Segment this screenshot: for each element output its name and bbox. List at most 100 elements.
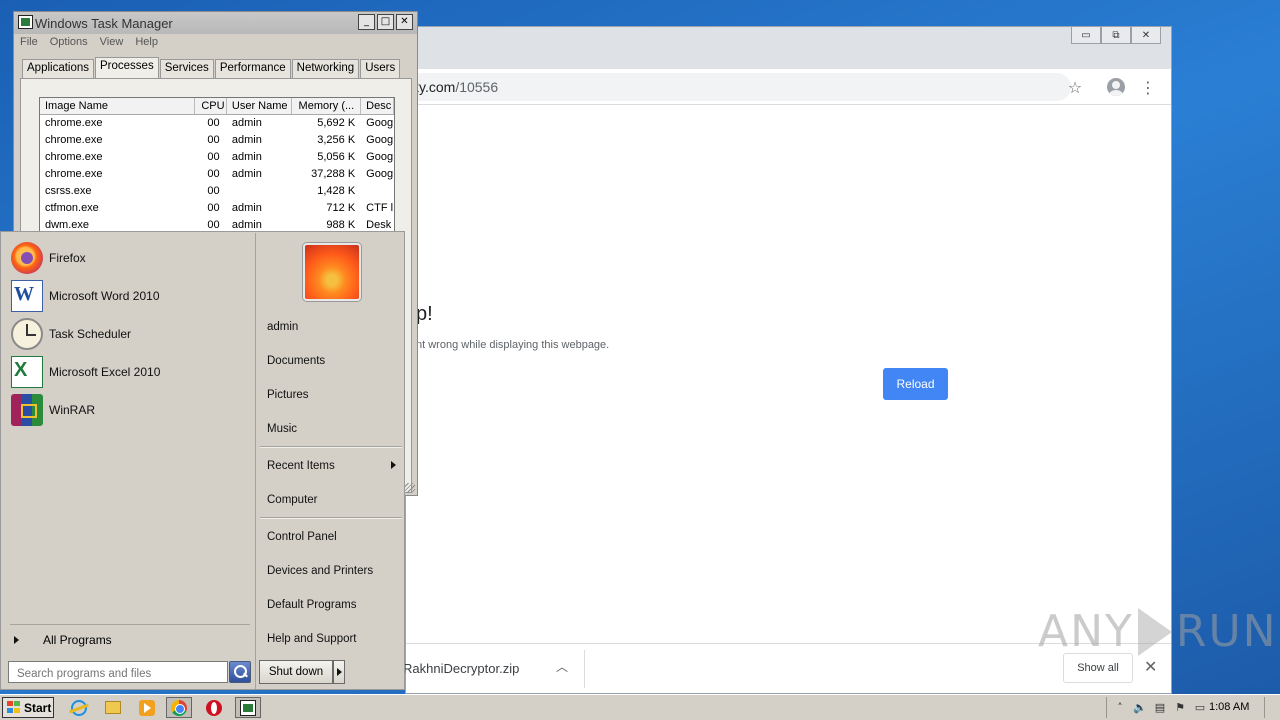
power-icon[interactable]: ▭ bbox=[1193, 701, 1207, 715]
cell-name: ctfmon.exe bbox=[45, 202, 99, 214]
shut-down-options-icon[interactable] bbox=[333, 660, 345, 684]
show-all-button[interactable]: Show all bbox=[1063, 653, 1133, 683]
menu-item-control-panel[interactable]: Control Panel bbox=[267, 531, 337, 543]
close-icon[interactable]: ✕ bbox=[1131, 27, 1161, 44]
column-user-name[interactable]: User Name bbox=[227, 98, 292, 114]
menu-item-user[interactable]: admin bbox=[267, 321, 298, 333]
menu-options[interactable]: Options bbox=[50, 36, 88, 48]
menu-help[interactable]: Help bbox=[135, 36, 158, 48]
cell-user: admin bbox=[231, 134, 262, 146]
menu-item-pictures[interactable]: Pictures bbox=[267, 389, 309, 401]
tab-users[interactable]: Users bbox=[360, 59, 401, 78]
menu-item-recent-items[interactable]: Recent Items bbox=[267, 460, 396, 472]
menu-item-default-programs[interactable]: Default Programs bbox=[267, 599, 356, 611]
start-menu-places: admin Documents Pictures Music Recent It… bbox=[255, 233, 403, 689]
column-description[interactable]: Desc bbox=[361, 98, 394, 114]
watermark-left: ANY bbox=[1038, 606, 1134, 657]
windows-logo-icon bbox=[7, 701, 21, 714]
cell-cpu: 00 bbox=[207, 168, 220, 180]
tab-performance[interactable]: Performance bbox=[214, 59, 291, 78]
task-manager-icon bbox=[240, 699, 256, 716]
all-programs-button[interactable]: All Programs bbox=[11, 633, 112, 647]
program-task-scheduler[interactable]: Task Scheduler bbox=[11, 317, 131, 351]
cell-user: admin bbox=[231, 117, 262, 129]
start-button[interactable]: Start bbox=[2, 697, 54, 718]
volume-icon[interactable]: 🔈 bbox=[1133, 701, 1147, 715]
chrome-menu-icon[interactable]: ⋮ bbox=[1137, 76, 1159, 98]
minimize-icon[interactable]: _ bbox=[358, 14, 375, 30]
close-shelf-icon[interactable]: ✕ bbox=[1144, 657, 1157, 676]
system-tray: ˄ 🔈 ▤ ⚑ ▭ bbox=[1106, 697, 1278, 718]
maximize-icon[interactable]: □ bbox=[377, 14, 394, 30]
search-icon[interactable] bbox=[229, 661, 251, 683]
taskbar-media-player[interactable] bbox=[134, 697, 160, 718]
reload-button[interactable]: Reload bbox=[883, 368, 948, 400]
window-title: Windows Task Manager bbox=[35, 16, 173, 31]
cell-user: admin bbox=[231, 168, 262, 180]
menu-bar: File Options View Help bbox=[20, 36, 158, 48]
clock[interactable]: 1:08 AM bbox=[1209, 701, 1249, 713]
tab-services[interactable]: Services bbox=[159, 59, 214, 78]
close-icon[interactable]: ✕ bbox=[396, 14, 413, 30]
tab-strip: Applications Processes Services Performa… bbox=[22, 57, 401, 78]
search-input[interactable] bbox=[8, 661, 228, 683]
firefox-icon bbox=[11, 242, 43, 274]
menu-item-documents[interactable]: Documents bbox=[267, 355, 325, 367]
menu-item-computer[interactable]: Computer bbox=[267, 494, 318, 506]
resize-grip-icon[interactable] bbox=[405, 483, 415, 493]
user-picture[interactable] bbox=[303, 243, 361, 301]
program-winrar[interactable]: WinRAR bbox=[11, 393, 95, 427]
program-word[interactable]: Microsoft Word 2010 bbox=[11, 279, 160, 313]
table-row[interactable]: chrome.exe 00 admin 5,692 K Goog bbox=[40, 115, 394, 132]
table-row[interactable]: chrome.exe 00 admin 5,056 K Goog bbox=[40, 149, 394, 166]
show-hidden-icons-icon[interactable]: ˄ bbox=[1113, 701, 1127, 715]
anyrun-watermark: ANY RUN bbox=[1038, 606, 1278, 657]
program-excel[interactable]: Microsoft Excel 2010 bbox=[11, 355, 160, 389]
column-cpu[interactable]: CPU bbox=[195, 98, 227, 114]
taskbar-opera[interactable] bbox=[201, 697, 227, 718]
media-player-icon bbox=[139, 699, 155, 716]
table-row[interactable]: csrss.exe 00 1,428 K bbox=[40, 183, 394, 200]
menu-item-devices-printers[interactable]: Devices and Printers bbox=[267, 565, 373, 577]
divider bbox=[10, 624, 250, 625]
task-scheduler-icon bbox=[11, 318, 43, 350]
column-memory[interactable]: Memory (... bbox=[292, 98, 362, 114]
address-bar[interactable]: ky.com/10556 bbox=[406, 73, 1071, 101]
taskbar: Start ˄ 🔈 ▤ ⚑ ▭ 1:08 AM bbox=[0, 694, 1280, 720]
tab-processes[interactable]: Processes bbox=[95, 57, 159, 78]
tab-networking[interactable]: Networking bbox=[291, 59, 360, 78]
taskbar-task-manager[interactable] bbox=[235, 697, 261, 718]
taskbar-internet-explorer[interactable] bbox=[66, 697, 92, 718]
network-icon[interactable]: ▤ bbox=[1153, 701, 1167, 715]
window-controls: _ □ ✕ bbox=[358, 14, 413, 30]
bookmark-star-icon[interactable]: ☆ bbox=[1064, 76, 1086, 98]
taskbar-explorer[interactable] bbox=[100, 697, 126, 718]
action-center-flag-icon[interactable]: ⚑ bbox=[1173, 701, 1187, 715]
program-firefox[interactable]: Firefox bbox=[11, 241, 86, 275]
word-icon bbox=[11, 280, 43, 312]
column-image-name[interactable]: Image Name bbox=[40, 98, 196, 114]
taskbar-chrome[interactable] bbox=[166, 697, 192, 718]
shut-down-button[interactable]: Shut down bbox=[259, 660, 333, 684]
table-row[interactable]: ctfmon.exe 00 admin 712 K CTF l bbox=[40, 200, 394, 217]
chevron-up-icon[interactable]: ︿ bbox=[556, 658, 568, 675]
cell-name: chrome.exe bbox=[45, 117, 103, 129]
menu-item-help-support[interactable]: Help and Support bbox=[267, 633, 357, 645]
explorer-folder-icon bbox=[105, 701, 121, 714]
menu-view[interactable]: View bbox=[100, 36, 124, 48]
show-desktop-button[interactable] bbox=[1264, 697, 1278, 718]
restore-icon[interactable]: ⧉ bbox=[1101, 27, 1131, 44]
shelf-divider bbox=[584, 650, 585, 688]
minimize-icon[interactable]: ▭ bbox=[1071, 27, 1101, 44]
table-header: Image Name CPU User Name Memory (... Des… bbox=[40, 98, 394, 115]
menu-file[interactable]: File bbox=[20, 36, 38, 48]
program-label: Task Scheduler bbox=[49, 327, 132, 341]
table-row[interactable]: chrome.exe 00 admin 37,288 K Goog bbox=[40, 166, 394, 183]
download-filename[interactable]: RakhniDecryptor.zip bbox=[403, 661, 519, 676]
cell-desc: Goog bbox=[366, 134, 394, 146]
cell-cpu: 00 bbox=[207, 151, 220, 163]
tab-applications[interactable]: Applications bbox=[22, 59, 95, 78]
table-row[interactable]: chrome.exe 00 admin 3,256 K Goog bbox=[40, 132, 394, 149]
menu-item-music[interactable]: Music bbox=[267, 423, 297, 435]
profile-avatar-icon[interactable] bbox=[1105, 76, 1127, 98]
